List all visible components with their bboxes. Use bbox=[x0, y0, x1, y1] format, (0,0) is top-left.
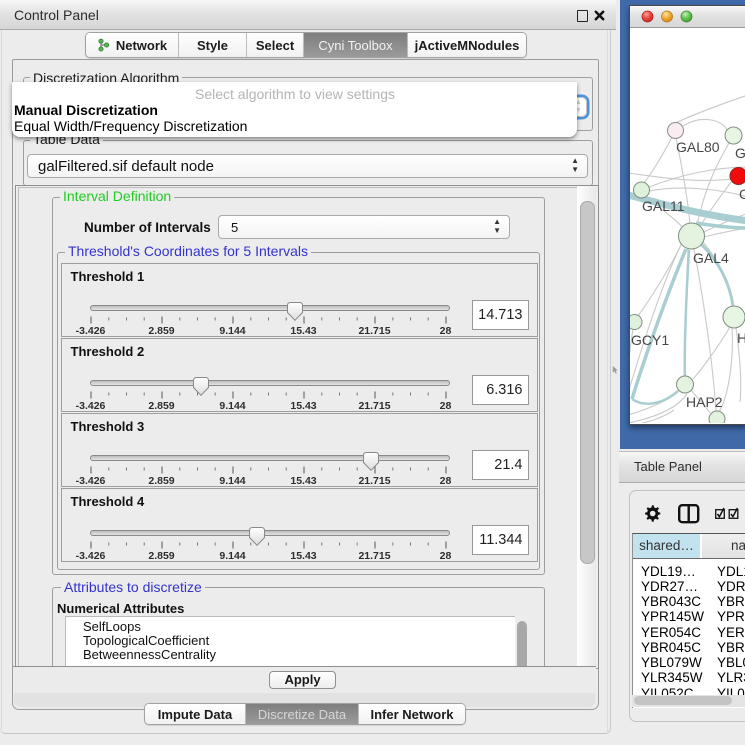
svg-text:HAP2: HAP2 bbox=[686, 394, 723, 410]
svg-text:H: H bbox=[737, 330, 745, 346]
svg-text:C: C bbox=[739, 186, 745, 202]
svg-text:GAL4: GAL4 bbox=[693, 250, 729, 266]
svg-text:GAL80: GAL80 bbox=[676, 139, 720, 155]
svg-text:GAL11: GAL11 bbox=[642, 198, 685, 214]
svg-text:G: G bbox=[735, 145, 745, 161]
svg-text:GCY1: GCY1 bbox=[631, 332, 669, 348]
